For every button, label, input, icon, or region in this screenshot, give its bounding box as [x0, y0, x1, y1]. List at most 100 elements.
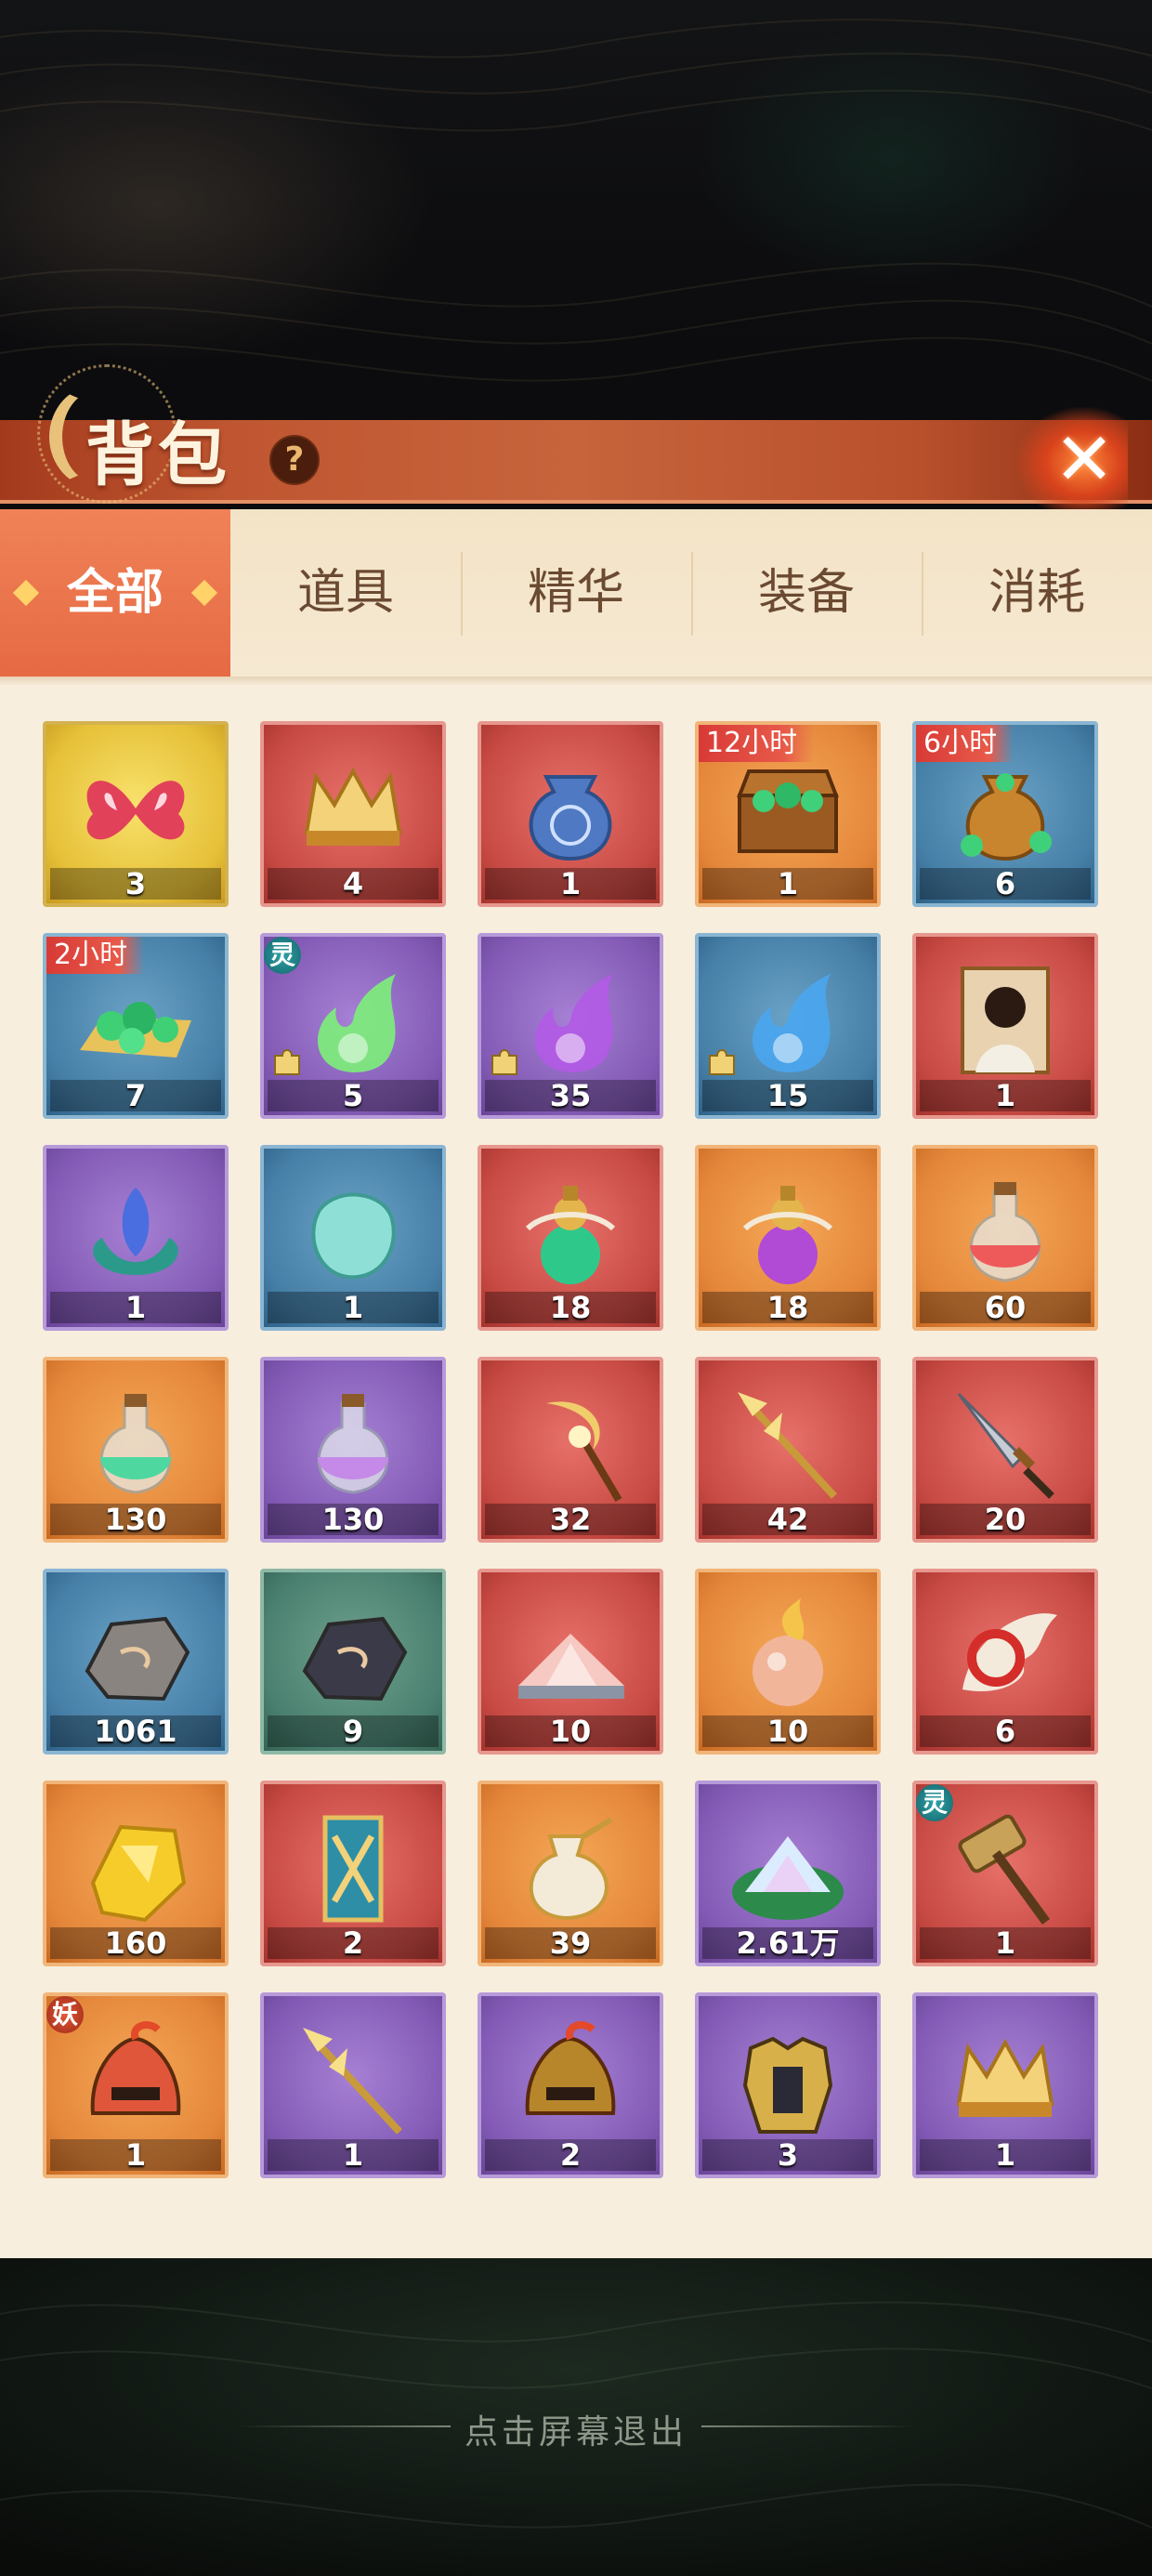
- item-count: 35: [485, 1080, 656, 1111]
- item-count: 3: [702, 2139, 873, 2171]
- spear-icon: [738, 1392, 837, 1499]
- item-count: 60: [920, 1292, 1091, 1323]
- pouch-icon: [529, 775, 612, 861]
- item-count: 3: [50, 868, 221, 900]
- item-count: 1: [920, 2139, 1091, 2171]
- item-slot-gem-pouch[interactable]: 1: [478, 721, 663, 907]
- item-slot-phoenix-feather[interactable]: 6: [912, 1569, 1098, 1755]
- item-count: 15: [702, 1080, 873, 1111]
- item-count: 4: [268, 868, 439, 900]
- item-slot-fire-orb[interactable]: 10: [695, 1569, 881, 1755]
- item-slot-blue-soul-flame[interactable]: 15: [695, 933, 881, 1119]
- item-count: 18: [485, 1292, 656, 1323]
- item-slot-golden-spear[interactable]: 42: [695, 1357, 881, 1543]
- item-slot-red-plume-helmet[interactable]: 2: [478, 1992, 663, 2178]
- item-slot-golden-crescent-staff[interactable]: 32: [478, 1357, 663, 1543]
- item-slot-golden-vase[interactable]: 39: [478, 1781, 663, 1966]
- flame-icon: [535, 974, 613, 1072]
- item-count: 18: [702, 1292, 873, 1323]
- item-count: 2: [485, 2139, 656, 2171]
- staff-icon: [546, 1401, 622, 1503]
- item-count: 5: [268, 1080, 439, 1111]
- tab-consumables[interactable]: 消耗: [922, 509, 1152, 677]
- portrait-icon: [961, 966, 1050, 1074]
- item-slot-golden-crown-chest[interactable]: 4: [260, 721, 446, 907]
- dagger-icon: [957, 1392, 1054, 1499]
- gold-icon: [90, 1824, 187, 1923]
- crown-icon: [304, 767, 402, 846]
- item-slot-character-portrait-card[interactable]: 1: [912, 933, 1098, 1119]
- item-slot-purple-soul-flame[interactable]: 35: [478, 933, 663, 1119]
- item-grid: 3 4 1 12小时 1 6小时 6 2小时 7 灵 5 35 15 1 1 1 18 18 60 130 130 32 4…: [0, 721, 1152, 2208]
- help-icon[interactable]: ?: [269, 435, 320, 485]
- tab-equipment[interactable]: 装备: [691, 509, 922, 677]
- item-slot-golden-armor[interactable]: 3: [695, 1992, 881, 2178]
- item-slot-pink-salt-crystal[interactable]: 10: [478, 1569, 663, 1755]
- item-slot-crystal-lotus[interactable]: 1: [43, 1145, 229, 1331]
- item-count: 1: [268, 2139, 439, 2171]
- item-slot-green-soul-flame[interactable]: 灵5: [260, 933, 446, 1119]
- item-slot-dark-ore[interactable]: 9: [260, 1569, 446, 1755]
- item-count: 1: [268, 1292, 439, 1323]
- item-slot-purple-elixir-gourd[interactable]: 18: [695, 1145, 881, 1331]
- item-slot-gold-nugget[interactable]: 160: [43, 1781, 229, 1966]
- diamond-icon: [12, 579, 40, 607]
- feather-icon: [962, 1613, 1057, 1692]
- item-slot-spirit-stone[interactable]: 1: [260, 1145, 446, 1331]
- item-slot-green-potion[interactable]: 130: [43, 1357, 229, 1543]
- item-slot-green-elixir-gourd[interactable]: 18: [478, 1145, 663, 1331]
- item-slot-jade-money-bag[interactable]: 6小时 6: [912, 721, 1098, 907]
- armor-icon: [742, 2036, 833, 2134]
- item-count: 1: [920, 1927, 1091, 1959]
- top-background: [0, 0, 1152, 427]
- item-slot-iron-ore[interactable]: 1061: [43, 1569, 229, 1755]
- item-count: 130: [268, 1504, 439, 1535]
- butterfly-icon: [86, 781, 185, 840]
- item-slot-butterfly-wings[interactable]: 3: [43, 721, 229, 907]
- tab-essence[interactable]: 精华: [461, 509, 691, 677]
- item-count: 9: [268, 1715, 439, 1747]
- stone-icon: [311, 1192, 396, 1280]
- item-count: 10: [485, 1715, 656, 1747]
- flame-icon: [318, 974, 396, 1072]
- item-slot-golden-trident[interactable]: 1: [260, 1992, 446, 2178]
- tab-all[interactable]: 全部: [0, 509, 230, 677]
- item-count: 1: [50, 1292, 221, 1323]
- tab-shadow: [0, 677, 1152, 686]
- vase-icon: [529, 1817, 613, 1921]
- item-count: 1: [920, 1080, 1091, 1111]
- item-count: 130: [50, 1504, 221, 1535]
- item-slot-jade-treasure-chest[interactable]: 12小时 1: [695, 721, 881, 907]
- item-slot-jade-pile[interactable]: 2小时 7: [43, 933, 229, 1119]
- tab-props[interactable]: 道具: [230, 509, 461, 677]
- quality-tag: 灵: [916, 1784, 953, 1821]
- exit-hint[interactable]: 点击屏幕退出: [0, 2405, 1152, 2453]
- item-slot-crystal-powder-leaf[interactable]: 2.61万: [695, 1781, 881, 1966]
- item-slot-steel-dagger[interactable]: 20: [912, 1357, 1098, 1543]
- item-slot-purple-potion[interactable]: 130: [260, 1357, 446, 1543]
- item-count: 2.61万: [702, 1927, 873, 1959]
- quality-tag: 灵: [264, 937, 301, 974]
- crown-icon: [956, 2038, 1054, 2117]
- item-slot-violet-crown[interactable]: 1: [912, 1992, 1098, 2178]
- tab-bar: 全部 道具 精华 装备 消耗: [0, 509, 1152, 677]
- gourd-icon: [742, 1186, 833, 1284]
- tab-label: 全部: [66, 564, 164, 621]
- item-slot-war-hammer[interactable]: 灵1: [912, 1781, 1098, 1966]
- close-button[interactable]: ✕: [1016, 407, 1128, 509]
- item-count: 1061: [50, 1715, 221, 1747]
- chest-icon: [737, 769, 839, 853]
- item-slot-sword-banner[interactable]: 2: [260, 1781, 446, 1966]
- close-icon: ✕: [1054, 418, 1115, 502]
- orb-icon: [753, 1598, 823, 1706]
- ore-icon: [85, 1616, 190, 1702]
- item-slot-flame-helmet[interactable]: 妖1: [43, 1992, 229, 2178]
- helmet-icon: [90, 2021, 181, 2115]
- item-count: 6: [920, 1715, 1091, 1747]
- helmet-icon: [525, 2021, 616, 2115]
- powder-icon: [732, 1836, 844, 1920]
- inventory-panel: 全部 道具 精华 装备 消耗 3 4 1 12小时 1 6小时 6 2小时 7 灵 5 35 15 1 1 1…: [0, 509, 1152, 2258]
- item-count: 39: [485, 1927, 656, 1959]
- potion-icon: [99, 1394, 172, 1494]
- item-slot-red-potion[interactable]: 60: [912, 1145, 1098, 1331]
